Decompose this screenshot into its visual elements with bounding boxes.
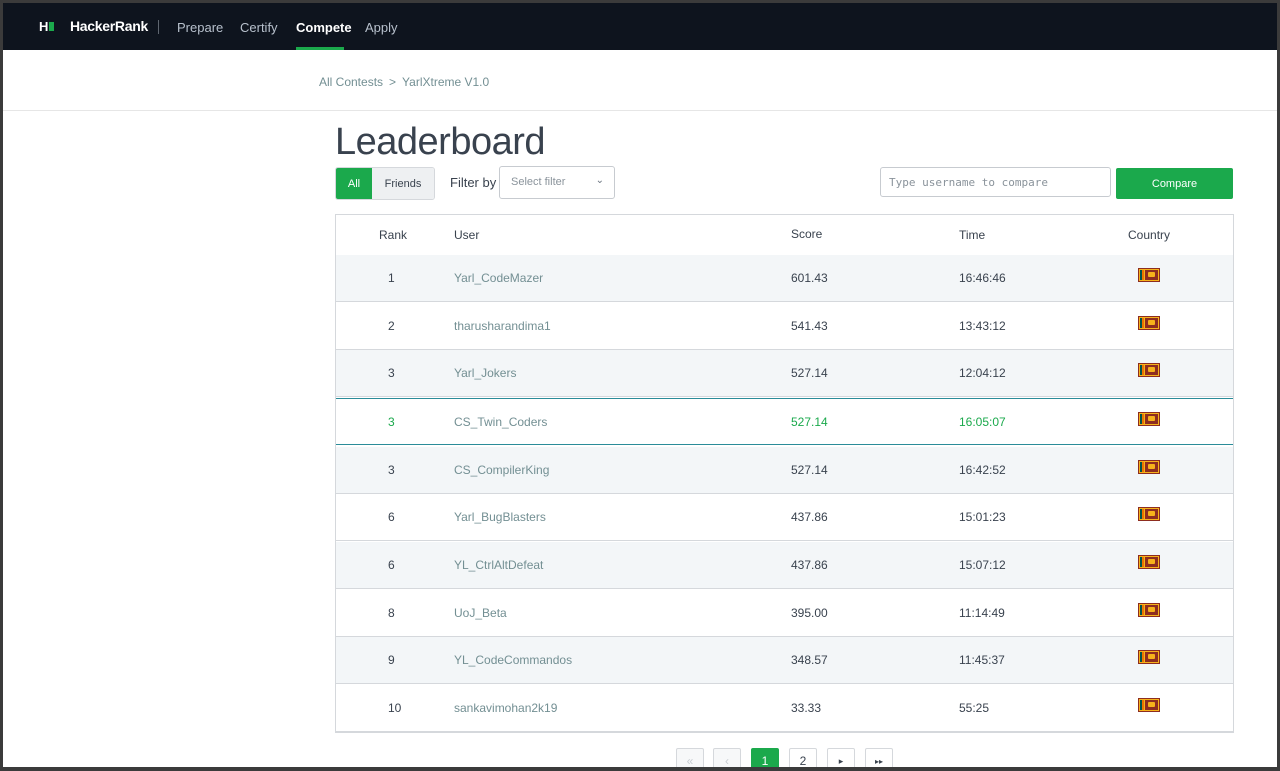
username-link[interactable]: CS_CompilerKing — [454, 463, 549, 477]
time-cell: 12:04:12 — [959, 366, 1006, 380]
compare-button[interactable]: Compare — [1116, 168, 1233, 199]
sri-lanka-flag-icon — [1138, 555, 1160, 569]
username-link[interactable]: sankavimohan2k19 — [454, 701, 557, 715]
username-link[interactable]: tharusharandima1 — [454, 319, 551, 333]
time-cell: 16:05:07 — [959, 415, 1006, 429]
app-frame: H HackerRank Prepare Certify Compete App… — [3, 3, 1277, 767]
score-cell: 348.57 — [791, 653, 828, 667]
sri-lanka-flag-icon — [1138, 316, 1160, 330]
compare-username-input[interactable] — [880, 167, 1111, 197]
chevron-right-icon: > — [389, 75, 397, 89]
sri-lanka-flag-icon — [1138, 460, 1160, 474]
score-cell: 437.86 — [791, 558, 828, 572]
rank-cell: 6 — [388, 510, 395, 524]
time-cell: 11:14:49 — [959, 606, 1005, 620]
pagination-last-button[interactable]: ▸▸ — [865, 748, 893, 767]
score-cell: 541.43 — [791, 319, 828, 333]
pagination-first-button[interactable]: « — [676, 748, 704, 767]
score-cell: 601.43 — [791, 271, 828, 285]
username-link[interactable]: CS_Twin_Coders — [454, 415, 547, 429]
table-row: 2 tharusharandima1 541.43 13:43:12 — [336, 303, 1233, 350]
score-cell: 527.14 — [791, 463, 828, 477]
username-link[interactable]: Yarl_BugBlasters — [454, 510, 546, 524]
active-nav-indicator — [296, 47, 344, 50]
score-cell: 33.33 — [791, 701, 822, 715]
rank-cell: 10 — [388, 701, 402, 715]
breadcrumb: All Contests > YarlXtreme V1.0 — [319, 75, 489, 89]
filter-select[interactable]: Select filter ⌄ — [499, 166, 615, 199]
sri-lanka-flag-icon — [1138, 507, 1160, 521]
chevron-down-icon: ⌄ — [595, 175, 604, 186]
score-cell: 395.00 — [791, 606, 828, 620]
table-row: 3 CS_Twin_Coders 527.14 16:05:07 — [336, 398, 1233, 445]
rank-cell: 3 — [388, 463, 395, 477]
table-row: 6 YL_CtrlAltDefeat 437.86 15:07:12 — [336, 542, 1233, 589]
username-link[interactable]: Yarl_Jokers — [454, 366, 516, 380]
leaderboard-table: Rank User Score Time Country 1 Yarl_CodeM… — [335, 214, 1234, 733]
tab-friends[interactable]: Friends — [372, 168, 434, 199]
rank-cell: 2 — [388, 319, 395, 333]
leaderboard-scope-toggle: All Friends — [335, 167, 435, 200]
nav-item-compete[interactable]: Compete — [296, 20, 352, 35]
score-cell: 437.86 — [791, 510, 828, 524]
time-cell: 16:46:46 — [959, 271, 1006, 285]
pagination-page-1[interactable]: 1 — [751, 748, 779, 767]
table-row: 1 Yarl_CodeMazer 601.43 16:46:46 — [336, 255, 1233, 302]
username-link[interactable]: YL_CtrlAltDefeat — [454, 558, 543, 572]
header-rank: Rank — [379, 228, 408, 242]
brand-name[interactable]: HackerRank — [70, 18, 148, 34]
table-row: 10 sankavimohan2k19 33.33 55:25 — [336, 685, 1233, 732]
pagination-page-2[interactable]: 2 — [789, 748, 817, 767]
table-header: Rank User Score Time Country — [336, 215, 1233, 256]
time-cell: 11:45:37 — [959, 653, 1005, 667]
header-score: Score — [791, 227, 823, 241]
top-navigation: H HackerRank Prepare Certify Compete App… — [3, 3, 1277, 50]
hackerrank-logo-icon[interactable]: H — [39, 19, 55, 34]
sri-lanka-flag-icon — [1138, 650, 1160, 664]
table-row: 9 YL_CodeCommandos 348.57 11:45:37 — [336, 637, 1233, 684]
username-link[interactable]: Yarl_CodeMazer — [454, 271, 543, 285]
rank-cell: 8 — [388, 606, 395, 620]
header-time: Time — [959, 228, 986, 242]
rank-cell: 3 — [388, 415, 395, 429]
time-cell: 15:01:23 — [959, 510, 1006, 524]
table-row: 3 Yarl_Jokers 527.14 12:04:12 — [336, 350, 1233, 397]
tab-all[interactable]: All — [336, 168, 372, 199]
filter-label: Filter by — [450, 175, 497, 190]
rank-cell: 9 — [388, 653, 395, 667]
sri-lanka-flag-icon — [1138, 412, 1160, 426]
breadcrumb-contest[interactable]: YarlXtreme V1.0 — [402, 75, 489, 89]
username-link[interactable]: YL_CodeCommandos — [454, 653, 572, 667]
pagination-prev-button[interactable]: ‹ — [713, 748, 741, 767]
breadcrumb-all-contests[interactable]: All Contests — [319, 75, 383, 89]
pagination-next-button[interactable]: ▸ — [827, 748, 855, 767]
table-row: 3 CS_CompilerKing 527.14 16:42:52 — [336, 447, 1233, 494]
rank-cell: 6 — [388, 558, 395, 572]
time-cell: 55:25 — [959, 701, 990, 715]
divider — [3, 110, 1277, 111]
sri-lanka-flag-icon — [1138, 698, 1160, 712]
header-country: Country — [1128, 228, 1171, 242]
time-cell: 13:43:12 — [959, 319, 1006, 333]
username-link[interactable]: UoJ_Beta — [454, 606, 507, 620]
rank-cell: 3 — [388, 366, 395, 380]
nav-item-apply[interactable]: Apply — [365, 20, 398, 35]
table-row: 6 Yarl_BugBlasters 437.86 15:01:23 — [336, 494, 1233, 541]
table-row: 8 UoJ_Beta 395.00 11:14:49 — [336, 590, 1233, 637]
page-title: Leaderboard — [335, 121, 546, 163]
nav-item-prepare[interactable]: Prepare — [177, 20, 223, 35]
sri-lanka-flag-icon — [1138, 363, 1160, 377]
rank-cell: 1 — [388, 271, 395, 285]
sri-lanka-flag-icon — [1138, 268, 1160, 282]
score-cell: 527.14 — [791, 415, 828, 429]
sri-lanka-flag-icon — [1138, 603, 1160, 617]
filter-placeholder: Select filter — [511, 176, 566, 188]
time-cell: 16:42:52 — [959, 463, 1006, 477]
nav-divider — [158, 20, 159, 34]
header-user: User — [454, 228, 480, 242]
score-cell: 527.14 — [791, 366, 828, 380]
time-cell: 15:07:12 — [959, 558, 1006, 572]
nav-item-certify[interactable]: Certify — [240, 20, 278, 35]
